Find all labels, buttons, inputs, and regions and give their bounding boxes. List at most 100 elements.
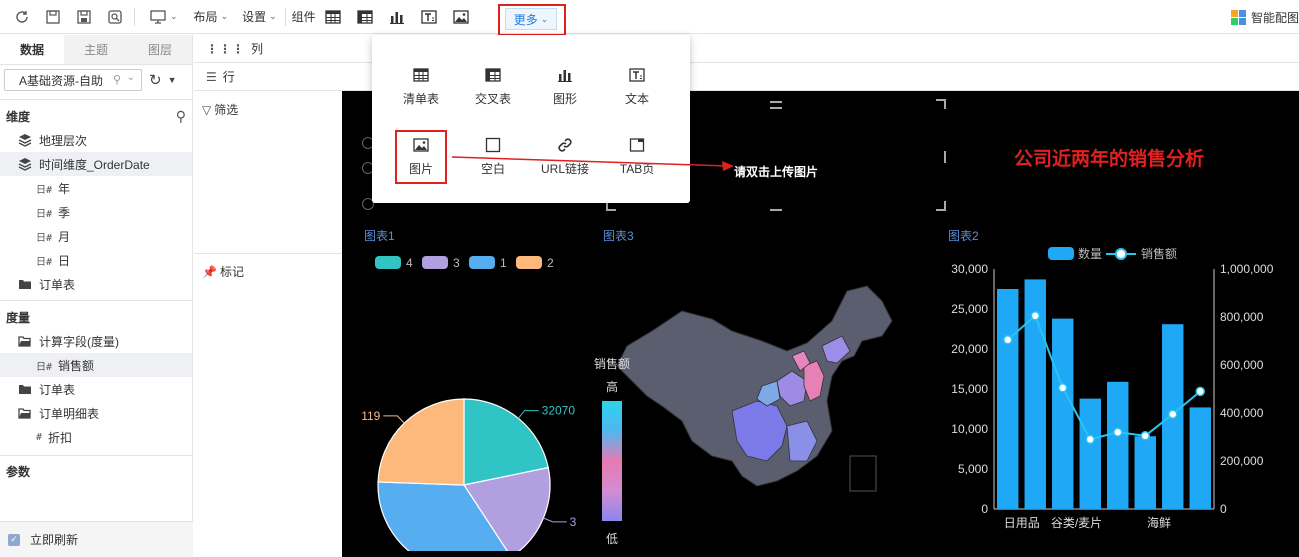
tab-data[interactable]: 数据: [0, 35, 64, 64]
text-icon[interactable]: [420, 8, 438, 26]
legend-swatch: [375, 256, 401, 269]
layout-menu[interactable]: 布局 ⌄: [194, 8, 229, 25]
menu-item-url-link[interactable]: URL链接: [535, 135, 595, 177]
legend-label: 1: [500, 256, 507, 270]
settings-menu[interactable]: 设置 ⌄: [242, 8, 277, 25]
legend-swatch: [516, 256, 542, 269]
tree-item[interactable]: 日# 日: [0, 248, 192, 272]
menu-item-blank[interactable]: 空白: [463, 135, 523, 177]
tree-item-label: 计算字段(度量): [39, 334, 119, 349]
param-header: 参数: [6, 464, 31, 479]
line-point[interactable]: [1058, 383, 1068, 393]
bar[interactable]: [1052, 318, 1074, 509]
columns-shelf[interactable]: ⋮⋮⋮ 列: [194, 35, 342, 63]
line-point[interactable]: [1003, 335, 1013, 345]
bar[interactable]: [1107, 381, 1129, 509]
tree-item-label: 日: [58, 253, 71, 268]
legend-label: 销售额: [1141, 247, 1177, 261]
chart-icon[interactable]: [388, 8, 406, 26]
preview-icon[interactable]: [106, 8, 124, 26]
refresh-icon[interactable]: [13, 8, 31, 26]
tree-item[interactable]: # 折扣: [0, 425, 192, 449]
tree-item[interactable]: 计算字段(度量): [0, 329, 192, 353]
screen-icon[interactable]: [149, 8, 167, 26]
cross-table-icon[interactable]: [356, 8, 374, 26]
tree-item[interactable]: 日# 季: [0, 200, 192, 224]
smart-chart-button[interactable]: 智能配图: [1230, 0, 1299, 34]
filter-shelf[interactable]: ▽ 筛选: [202, 101, 238, 118]
tree-item[interactable]: 订单表: [0, 272, 192, 296]
resize-handle[interactable]: [770, 101, 782, 109]
tree-item-label: 折扣: [48, 430, 73, 445]
bar[interactable]: [1189, 407, 1211, 509]
save-icon[interactable]: [44, 8, 62, 26]
bar[interactable]: [1134, 436, 1156, 509]
pie-slice[interactable]: [377, 398, 465, 486]
menu-item-chart[interactable]: 图形: [535, 65, 595, 107]
tree-item[interactable]: 订单明细表: [0, 401, 192, 425]
mark-shelf[interactable]: 📌 标记: [202, 263, 244, 280]
tab-layer[interactable]: 图层: [128, 35, 192, 64]
y-tick-label: 0: [981, 502, 988, 516]
caret-down-icon[interactable]: ▼: [168, 75, 177, 85]
panel-tabs: 数据 主题 图层: [0, 35, 192, 65]
line-point[interactable]: [1168, 409, 1178, 419]
line-point[interactable]: [1085, 434, 1095, 445]
line-point[interactable]: [1195, 386, 1205, 397]
datasource-row: A基础资源-自助 ⚲ ⌄ ↻ ▼: [0, 65, 192, 95]
y2-tick-label: 400,000: [1220, 406, 1264, 420]
datasource-select[interactable]: A基础资源-自助 ⚲ ⌄: [4, 69, 142, 91]
line-point[interactable]: [1113, 427, 1123, 437]
refresh-icon[interactable]: ↻: [149, 71, 162, 89]
dashboard-title[interactable]: 公司近两年的销售分析: [1014, 144, 1204, 171]
menu-item-list-table[interactable]: 清单表: [391, 65, 451, 107]
combo-chart[interactable]: 数量 销售额 0 5,000 10,000 15,000 20,000 25,000 30,00…: [942, 247, 1297, 547]
map-legend-high: 高: [606, 380, 619, 394]
text-icon: [607, 65, 667, 85]
chart3-title: 图表3: [603, 229, 634, 243]
save-as-icon[interactable]: [75, 8, 93, 26]
tree-item[interactable]: 地理层次: [0, 128, 192, 152]
y-tick-label: 10,000: [951, 422, 988, 436]
y-tick-label: 30,000: [951, 262, 988, 276]
tree-item-label: 季: [58, 205, 71, 220]
legend-swatch: [469, 256, 495, 269]
component-label: 组件: [291, 10, 316, 24]
rows-shelf[interactable]: ☰ 行: [194, 63, 342, 91]
tree-item[interactable]: 时间维度_OrderDate: [0, 152, 192, 176]
chevron-down-icon[interactable]: ⌄: [170, 11, 178, 22]
image-icon[interactable]: [452, 8, 470, 26]
folder-open-icon: [18, 334, 32, 348]
tree-item[interactable]: 日# 销售额: [0, 353, 192, 377]
chevron-down-icon[interactable]: ⌄: [127, 72, 135, 83]
china-map[interactable]: [592, 281, 922, 531]
search-icon[interactable]: ⚲: [109, 73, 121, 86]
tree-item[interactable]: 订单表: [0, 377, 192, 401]
menu-item-text[interactable]: 文本: [607, 65, 667, 107]
tab-theme[interactable]: 主题: [64, 35, 128, 64]
line-point[interactable]: [1140, 431, 1150, 441]
resize-handle[interactable]: [944, 151, 946, 163]
auto-refresh-row[interactable]: ✓ 立即刷新: [0, 521, 193, 557]
checkbox-checked-icon[interactable]: ✓: [8, 533, 20, 546]
more-menu-button[interactable]: 更多 ⌄: [505, 8, 557, 30]
search-icon[interactable]: ⚲: [176, 108, 186, 125]
menu-item-tab-page[interactable]: TAB页: [607, 135, 667, 177]
bar[interactable]: [1079, 398, 1101, 509]
pie-chart[interactable]: 431232070351270119: [342, 241, 592, 551]
legend-swatch: [1048, 247, 1074, 260]
y2-tick-label: 800,000: [1220, 310, 1264, 324]
divider: [0, 99, 192, 100]
menu-item-cross-table[interactable]: 交叉表: [463, 65, 523, 107]
resize-handle[interactable]: [770, 209, 782, 211]
map-legend-gradient[interactable]: [602, 401, 622, 521]
y-tick-label: 25,000: [951, 302, 988, 316]
bar[interactable]: [997, 289, 1019, 509]
list-table-icon[interactable]: [324, 8, 342, 26]
line-point[interactable]: [1030, 311, 1040, 321]
tree-item[interactable]: 日# 年: [0, 176, 192, 200]
chart2-title: 图表2: [948, 229, 979, 243]
folder-icon: [18, 382, 32, 396]
layers-icon: [18, 133, 32, 147]
tree-item[interactable]: 日# 月: [0, 224, 192, 248]
